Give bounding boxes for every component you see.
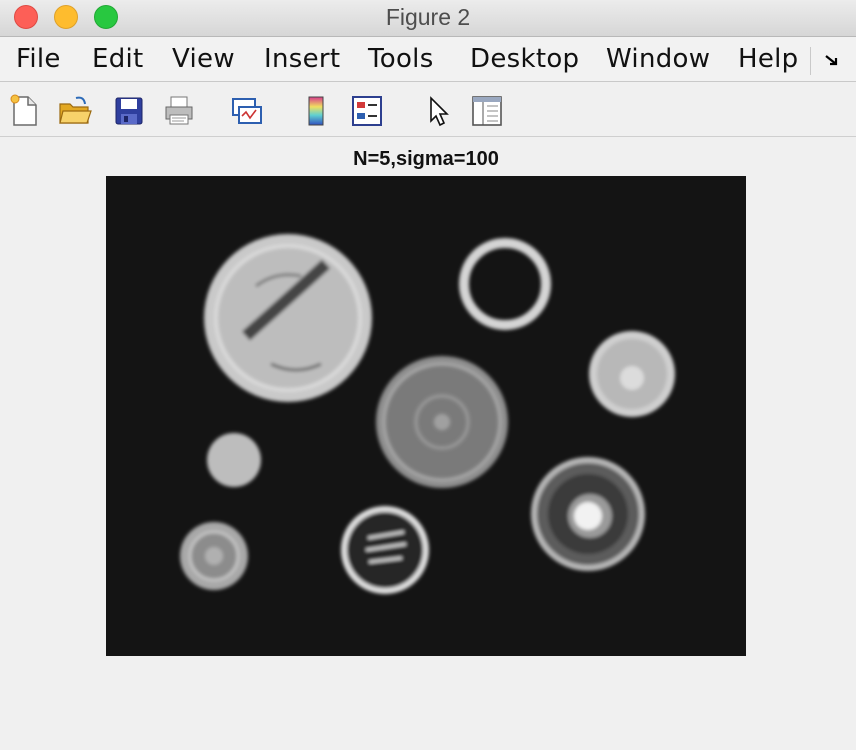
pointer-icon[interactable]	[422, 94, 456, 128]
dock-arrow-icon	[825, 55, 838, 66]
open-file-icon[interactable]	[58, 94, 92, 128]
property-inspector-icon[interactable]	[470, 94, 504, 128]
print-icon[interactable]	[162, 94, 196, 128]
menu-bar: File Edit View Insert Tools Desktop Wind…	[0, 37, 856, 82]
menu-help[interactable]: Help	[738, 44, 798, 74]
menu-desktop[interactable]: Desktop	[470, 44, 579, 74]
menu-edit[interactable]: Edit	[92, 44, 144, 74]
plot-title: N=5,sigma=100	[353, 148, 499, 170]
figure-toolbar	[0, 82, 856, 137]
window-title: Figure 2	[385, 4, 471, 30]
menu-file[interactable]: File	[16, 44, 61, 74]
legend-icon[interactable]	[350, 94, 384, 128]
coins-image	[106, 176, 746, 656]
window-titlebar: Figure 2	[0, 0, 856, 37]
menu-insert[interactable]: Insert	[264, 44, 340, 74]
link-plot-icon[interactable]	[230, 94, 264, 128]
menu-tools[interactable]: Tools	[368, 44, 434, 74]
dock-figure-button[interactable]	[810, 47, 853, 75]
colorbar-icon[interactable]	[300, 94, 334, 128]
menu-view[interactable]: View	[172, 44, 235, 74]
save-icon[interactable]	[112, 94, 146, 128]
new-figure-icon[interactable]	[8, 94, 42, 128]
image-axes[interactable]	[106, 176, 746, 656]
menu-window[interactable]: Window	[606, 44, 710, 74]
